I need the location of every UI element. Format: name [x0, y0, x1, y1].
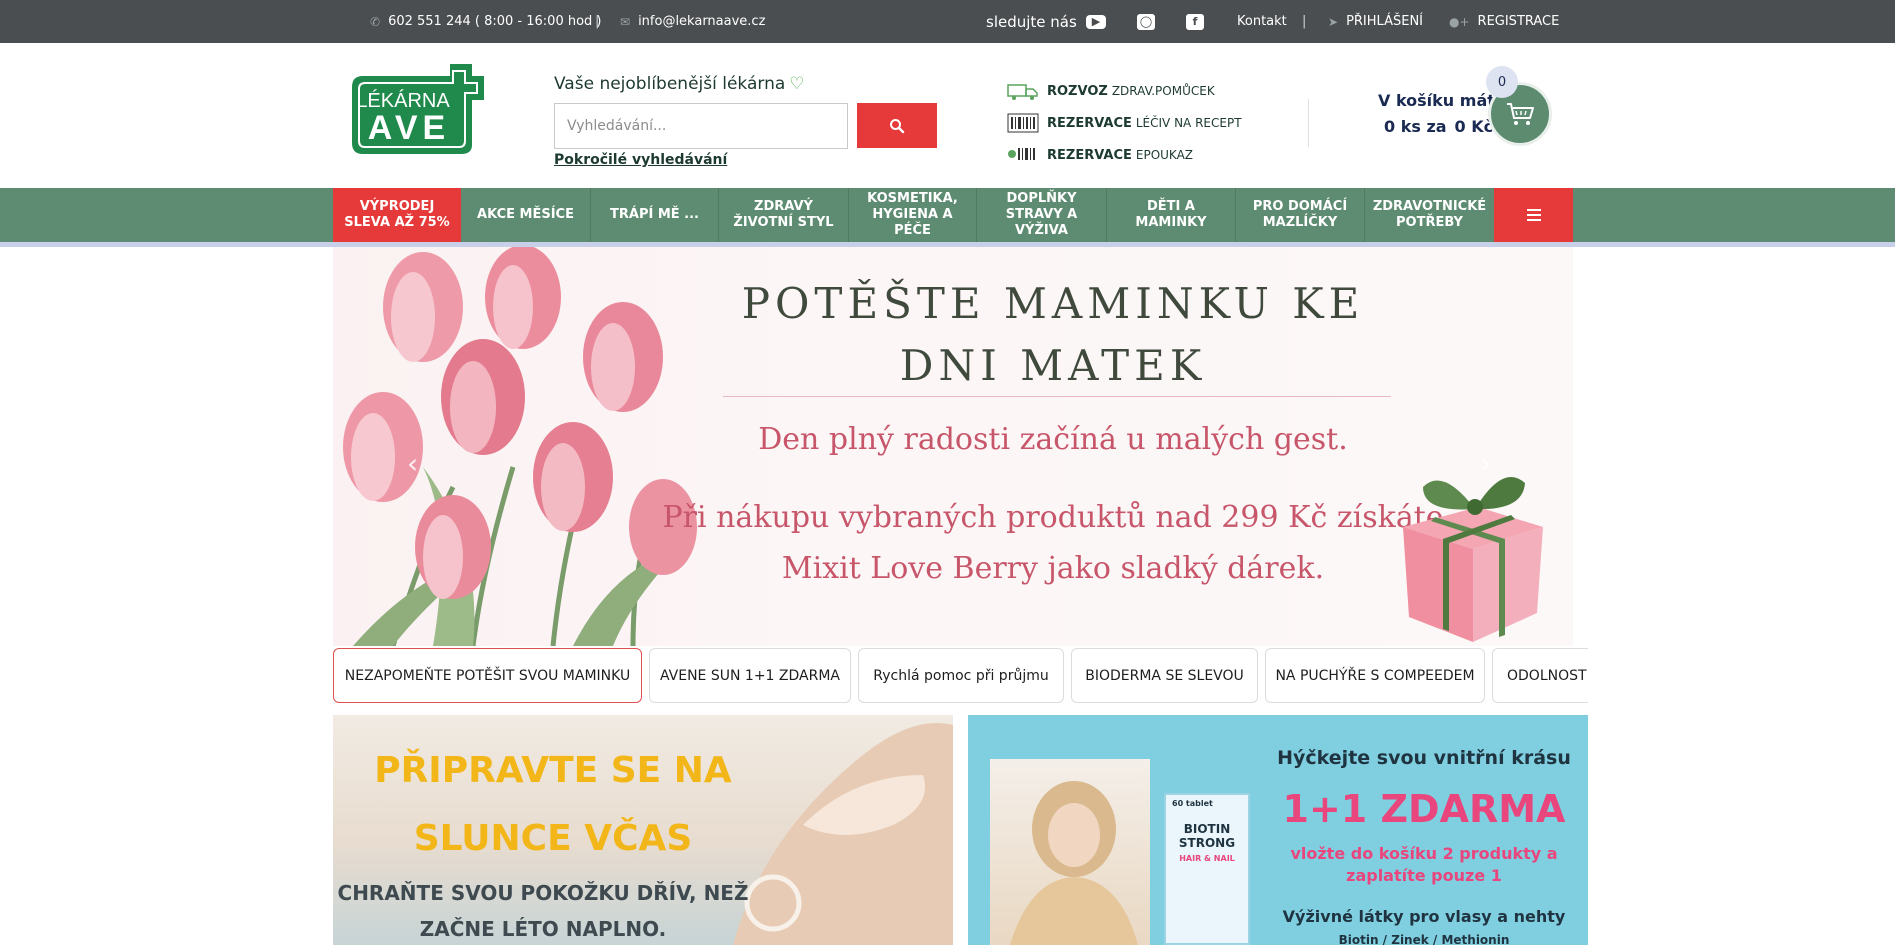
topbar-separator-2: |	[1302, 14, 1307, 29]
banner-text: Při nákupu vybraných produktů nad 299 Kč…	[662, 500, 1444, 586]
follow-label: sledujte nás	[986, 12, 1077, 31]
login-icon: ➤	[1328, 14, 1339, 29]
advanced-search-link[interactable]: Pokročilé vyhledávání	[554, 152, 727, 168]
gift-box-illustration	[1403, 476, 1543, 642]
promo-sun-banner[interactable]: PŘIPRAVTE SE NA SLUNCE VČAS CHRAŇTE SVOU…	[333, 715, 953, 945]
cart-price: 0 Kč	[1454, 117, 1494, 136]
youtube-icon: ▶	[1086, 14, 1106, 29]
tagline-text: Vaše nejoblíbenější lékárna	[554, 74, 786, 94]
promo-biotin-offer: 1+1 ZDARMA	[1282, 787, 1566, 831]
promo-biotin-heading: Hýčkejte svou vnitřní krásu	[1277, 747, 1571, 769]
woman-photo	[990, 759, 1150, 945]
contact-link[interactable]: Kontakt	[1237, 0, 1287, 43]
nav-item-kids-mothers[interactable]: DĚTI A MAMINKY	[1107, 188, 1236, 242]
service-delivery-main: ROZVOZ	[1047, 83, 1108, 99]
cart-count: 0 ks za	[1384, 117, 1447, 136]
search-input[interactable]	[554, 103, 848, 149]
promo-biotin-instructions: vložte do košíku 2 produkty a zaplatíte …	[1290, 844, 1558, 885]
service-prescription-main: REZERVACE	[1047, 115, 1132, 131]
phone-contact[interactable]: ✆ 602 551 244 ( 8:00 - 16:00 hod )	[370, 0, 602, 43]
cart-summary: 0 ks za 0 Kč	[1384, 117, 1501, 136]
register-text: REGISTRACE	[1477, 14, 1560, 29]
nav-item-sale[interactable]: VÝPRODEJ SLEVA AŽ 75%	[333, 188, 461, 242]
top-bar: ✆ 602 551 244 ( 8:00 - 16:00 hod ) | ✉ i…	[0, 0, 1895, 43]
phone-text: 602 551 244 ( 8:00 - 16:00 hod )	[388, 14, 602, 29]
logo-bottom-text: AVE	[368, 109, 450, 147]
mail-icon: ✉	[620, 14, 631, 29]
banner-divider	[723, 396, 1391, 397]
service-prescription[interactable]: REZERVACE LÉČIV NA RECEPT	[1007, 111, 1242, 135]
biotin-product-box: 60 tablet BIOTIN STRONG HAIR & NAIL	[1164, 793, 1250, 945]
search-icon	[890, 118, 905, 133]
hero-banner[interactable]: POTĚŠTE MAMINKU KE DNI MATEK Den plný ra…	[333, 247, 1573, 646]
product-brand: BIOTIN STRONG	[1178, 822, 1236, 850]
cart-badge: 0	[1486, 66, 1518, 98]
service-delivery[interactable]: ROZVOZ ZDRAV.POMŮCEK	[1007, 79, 1215, 103]
service-epoukaz-sub: EPOUKAZ	[1135, 148, 1194, 162]
email-contact[interactable]: ✉ info@lekarnaave.cz	[620, 0, 765, 43]
topbar-separator: |	[595, 14, 600, 29]
tab-resistance[interactable]: ODOLNOST	[1492, 648, 1588, 703]
phone-icon: ✆	[370, 14, 381, 29]
tab-mothers-day[interactable]: NEZAPOMEŇTE POTĚŠIT SVOU MAMINKU	[333, 648, 642, 703]
tagline: Vaše nejoblíbenější lékárna ♡	[554, 74, 805, 94]
login-link[interactable]: ➤ PŘIHLÁŠENÍ	[1328, 0, 1423, 43]
product-sub: HAIR & NAIL	[1179, 854, 1235, 863]
instagram-link[interactable]: ◯	[1137, 0, 1155, 43]
service-epoukaz[interactable]: REZERVACE EPOUKAZ	[1007, 143, 1193, 167]
nav-item-cosmetics[interactable]: KOSMETIKA, HYGIENA A PÉČE	[849, 188, 977, 242]
site-header	[0, 43, 1895, 188]
banner-subtitle: Den plný radosti začíná u malých gest.	[758, 422, 1348, 457]
barcode-icon	[1007, 113, 1039, 133]
banner-title: POTĚŠTE MAMINKU KE DNI MATEK	[741, 279, 1365, 390]
youtube-link[interactable]: ▶	[1086, 0, 1106, 43]
nav-item-healthy-lifestyle[interactable]: ZDRAVÝ ŽIVOTNÍ STYL	[719, 188, 849, 242]
nav-item-monthly-offers[interactable]: AKCE MĚSÍCE	[461, 188, 591, 242]
epoukaz-icon	[1008, 148, 1035, 160]
banner-prev-arrow[interactable]: ‹	[407, 447, 418, 480]
tab-diarrhea-help[interactable]: Rychlá pomoc při průjmu	[858, 648, 1064, 703]
promo-sun-title: PŘIPRAVTE SE NA SLUNCE VČAS	[374, 750, 732, 859]
user-plus-icon: ●+	[1449, 14, 1470, 29]
promo-biotin-ingredients: Biotin / Zinek / Methionin	[1338, 933, 1510, 945]
cart-divider	[1308, 99, 1309, 147]
facebook-icon: f	[1186, 13, 1204, 30]
cart-icon	[1507, 103, 1534, 125]
promo-sun-subtitle: CHRAŇTE SVOU POKOŽKU DŘÍV, NEŽ ZAČNE LÉT…	[337, 881, 749, 941]
hamburger-icon	[1526, 209, 1541, 221]
heart-icon: ♡	[789, 74, 805, 94]
tab-compeed[interactable]: NA PUCHÝŘE S COMPEEDEM	[1265, 648, 1485, 703]
product-count: 60 tablet	[1172, 799, 1213, 808]
promo-biotin-benefit: Výživné látky pro vlasy a nehty	[1282, 907, 1566, 926]
logo[interactable]: LÉKÁRNA AVE	[349, 59, 509, 157]
menu-button[interactable]	[1494, 188, 1573, 242]
instagram-icon: ◯	[1137, 13, 1155, 30]
service-delivery-sub: ZDRAV.POMŮCEK	[1111, 84, 1215, 98]
search-button[interactable]	[857, 103, 937, 148]
cart-label: V košíku máte	[1378, 91, 1506, 110]
register-link[interactable]: ●+ REGISTRACE	[1449, 0, 1559, 43]
email-text: info@lekarnaave.cz	[638, 14, 766, 29]
tab-bioderma[interactable]: BIODERMA SE SLEVOU	[1071, 648, 1258, 703]
nav-item-supplements[interactable]: DOPLŇKY STRAVY A VÝŽIVA	[977, 188, 1107, 242]
truck-icon	[1007, 84, 1038, 100]
nav-item-medical-supplies[interactable]: ZDRAVOTNICKÉ POTŘEBY	[1365, 188, 1494, 242]
service-epoukaz-main: REZERVACE	[1047, 147, 1132, 163]
banner-next-arrow[interactable]: ›	[1480, 447, 1491, 480]
promo-biotin-banner[interactable]: 60 tablet BIOTIN STRONG HAIR & NAIL Hýčk…	[968, 715, 1588, 945]
login-text: PŘIHLÁŠENÍ	[1346, 14, 1424, 29]
nav-item-troubles[interactable]: TRÁPÍ MĚ ...	[591, 188, 719, 242]
tab-avene-sun[interactable]: AVENE SUN 1+1 ZDARMA	[649, 648, 851, 703]
service-prescription-sub: LÉČIV NA RECEPT	[1135, 116, 1242, 130]
facebook-link[interactable]: f	[1186, 0, 1204, 43]
nav-item-pets[interactable]: PRO DOMÁCÍ MAZLÍČKY	[1236, 188, 1365, 242]
